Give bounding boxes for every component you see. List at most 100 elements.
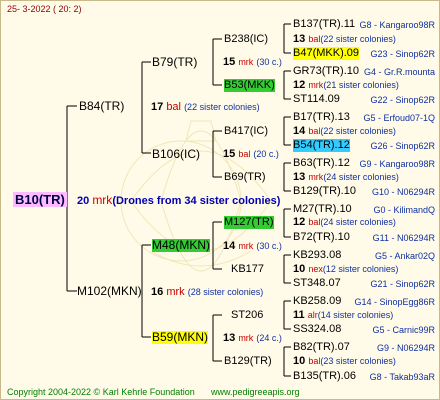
gen1-drones-num: 17 bbox=[151, 101, 164, 113]
gen1-drones-abbr: bal bbox=[166, 101, 181, 113]
gen2-drones-abbr: mrk bbox=[238, 333, 254, 343]
gen2-drones-2: 15 bal (20 c.) bbox=[223, 148, 279, 161]
gen2-drones-num: 14 bbox=[223, 240, 236, 252]
gen4-line-12: G21 - Sinop62R bbox=[370, 279, 435, 289]
gen2-drones-abbr: mrk bbox=[238, 241, 254, 251]
gen4-queen-1[interactable]: B137(TR).11 bbox=[293, 18, 355, 31]
gen4-queen-4[interactable]: ST114.09 bbox=[293, 93, 340, 106]
gen4-queen-12[interactable]: ST348.07 bbox=[293, 277, 341, 290]
gen4-line-2: G23 - Sinop62R bbox=[370, 49, 435, 59]
gen4-queen-2[interactable]: B47(MKK).09 bbox=[293, 47, 360, 60]
gen3-drones-4: 13 mrk(24 sister colonies) bbox=[293, 171, 399, 184]
gen4-line-15: G9 - N06294R bbox=[376, 343, 435, 353]
gen3-drones-abbr: mrk bbox=[308, 80, 324, 90]
gen3-drones-7: 11 alr(14 sister colonies) bbox=[293, 309, 393, 322]
gen4-line-4: G22 - Sinop62R bbox=[370, 95, 435, 105]
root-queen[interactable]: B10(TR) bbox=[13, 192, 67, 207]
gen2-drones-4: 13 mrk (24 c.) bbox=[223, 332, 282, 345]
gen3-drones-abbr: alr bbox=[307, 310, 318, 320]
gen2-drones-num: 13 bbox=[223, 332, 236, 344]
gen4-queen-11[interactable]: KB293.08 bbox=[293, 249, 341, 262]
gen3-drones-8: 10 bal(23 sister colonies) bbox=[293, 355, 396, 368]
gen3-drones-num: 13 bbox=[293, 33, 306, 45]
gen2-drones-sisters: (24 c.) bbox=[256, 333, 282, 343]
gen3-queen-5[interactable]: M127(TR) bbox=[224, 216, 274, 229]
gen2-drones-num: 15 bbox=[223, 56, 236, 68]
gen3-queen-8[interactable]: B129(TR) bbox=[224, 355, 272, 368]
gen3-drones-2: 12 mrk(21 sister colonies) bbox=[293, 79, 399, 92]
gen3-drones-5: 12 bal(24 sister colonies) bbox=[293, 216, 396, 229]
gen3-drones-sisters: (24 sister colonies) bbox=[320, 217, 396, 227]
gen3-drones-num: 10 bbox=[293, 263, 306, 275]
gen1-drones-num: 16 bbox=[151, 286, 164, 298]
gen4-queen-5[interactable]: B17(TR).13 bbox=[293, 111, 350, 124]
gen4-line-3: G4 - Gr.R.mounta bbox=[363, 67, 435, 77]
gen4-line-13: G14 - SinopEgg86R bbox=[354, 297, 435, 307]
report-date: 25- 3-2022 ( 20: 2) bbox=[7, 4, 82, 14]
gen2-drones-1: 15 mrk (30 c.) bbox=[223, 56, 282, 69]
gen3-drones-abbr: nex bbox=[308, 264, 323, 274]
gen3-drones-sisters: (21 sister colonies) bbox=[323, 80, 399, 90]
gen3-drones-sisters: (14 sister colonies) bbox=[317, 310, 394, 320]
gen3-queen-2[interactable]: B53(MKK) bbox=[224, 79, 275, 92]
gen1-queen-1[interactable]: B84(TR) bbox=[79, 100, 124, 113]
gen2-queen-1[interactable]: B79(TR) bbox=[152, 56, 197, 69]
gen4-line-10: G11 - N06294R bbox=[372, 233, 435, 243]
gen4-queen-15[interactable]: B82(TR).07 bbox=[293, 341, 350, 354]
gen4-queen-9[interactable]: M27(TR).10 bbox=[293, 203, 352, 216]
gen2-drones-sisters: (30 c.) bbox=[256, 57, 282, 67]
gen2-queen-3[interactable]: M48(MKN) bbox=[152, 239, 211, 252]
gen4-queen-14[interactable]: SS324.08 bbox=[293, 323, 341, 336]
gen2-drones-abbr: bal bbox=[238, 149, 251, 159]
gen4-line-8: G10 - N06294R bbox=[371, 187, 435, 197]
gen3-drones-abbr: mrk bbox=[308, 172, 324, 182]
gen3-drones-num: 13 bbox=[293, 171, 306, 183]
gen3-drones-sisters: (24 sister colonies) bbox=[323, 172, 399, 182]
root-drones-text: (Drones from 34 sister colonies) bbox=[112, 195, 281, 207]
gen3-drones-sisters: (12 sister colonies) bbox=[322, 264, 399, 274]
gen1-queen-2[interactable]: M102(MKN) bbox=[77, 285, 142, 298]
gen3-drones-num: 11 bbox=[293, 309, 305, 321]
gen4-line-1: G8 - Kangaroo98R bbox=[359, 20, 435, 30]
copyright-text: Copyright 2004-2022 © Karl Kehrle Founda… bbox=[7, 387, 195, 397]
gen3-drones-num: 12 bbox=[293, 79, 306, 91]
gen4-queen-6[interactable]: B54(TR).12 bbox=[293, 139, 350, 152]
gen2-queen-4[interactable]: B59(MKN) bbox=[152, 331, 209, 344]
gen4-queen-16[interactable]: B135(TR).06 bbox=[293, 370, 356, 383]
gen4-queen-3[interactable]: GR73(TR).10 bbox=[293, 65, 359, 78]
gen3-drones-sisters: (23 sister colonies) bbox=[320, 356, 396, 366]
gen4-queen-13[interactable]: KB258.09 bbox=[293, 295, 341, 308]
gen4-queen-7[interactable]: B63(TR).12 bbox=[293, 157, 350, 170]
gen3-drones-abbr: bal bbox=[308, 356, 321, 366]
gen3-drones-abbr: bal bbox=[308, 34, 321, 44]
gen1-drones-1: 17 bal (22 sister colonies) bbox=[151, 101, 260, 114]
gen4-line-9: G0 - KilimandQ bbox=[373, 205, 435, 215]
gen4-queen-8[interactable]: B129(TR).10 bbox=[293, 185, 356, 198]
gen3-queen-3[interactable]: B417(IC) bbox=[224, 125, 268, 138]
gen2-drones-num: 15 bbox=[223, 148, 236, 160]
root-drones-info: 20 mrk(Drones from 34 sister colonies) bbox=[77, 194, 280, 208]
gen3-drones-abbr: bal bbox=[308, 217, 321, 227]
gen3-drones-sisters: (22 sister colonies) bbox=[320, 126, 396, 136]
website-link[interactable]: www.pedigreeapis.org bbox=[211, 386, 300, 399]
gen3-queen-1[interactable]: B238(IC) bbox=[224, 33, 268, 46]
gen1-drones-abbr: mrk bbox=[166, 286, 185, 298]
gen3-drones-3: 14 bal(22 sister colonies) bbox=[293, 125, 396, 138]
gen3-queen-6[interactable]: KB177 bbox=[231, 263, 264, 276]
gen2-queen-2[interactable]: B106(IC) bbox=[152, 148, 200, 161]
root-drones-abbr: mrk bbox=[92, 193, 113, 207]
gen4-queen-10[interactable]: B72(TR).10 bbox=[293, 231, 350, 244]
gen3-drones-sisters: (22 sister colonies) bbox=[320, 34, 396, 44]
gen3-drones-6: 10 nex(12 sister colonies) bbox=[293, 263, 398, 276]
gen3-queen-7[interactable]: ST206 bbox=[231, 309, 263, 322]
gen3-drones-num: 12 bbox=[293, 216, 306, 228]
gen4-line-16: G8 - Takab93aR bbox=[369, 372, 435, 382]
gen4-line-11: G5 - Ankar02Q bbox=[374, 251, 435, 261]
gen4-line-6: G26 - Sinop62R bbox=[370, 141, 435, 151]
gen1-drones-sisters: (28 sister colonies) bbox=[187, 287, 264, 297]
gen4-line-5: G5 - Erfoud07-1Q bbox=[363, 113, 435, 123]
gen3-queen-4[interactable]: B69(TR) bbox=[224, 171, 266, 184]
gen1-drones-sisters: (22 sister colonies) bbox=[184, 102, 260, 112]
gen2-drones-3: 14 mrk (30 c.) bbox=[223, 240, 282, 253]
gen3-drones-1: 13 bal(22 sister colonies) bbox=[293, 33, 396, 46]
